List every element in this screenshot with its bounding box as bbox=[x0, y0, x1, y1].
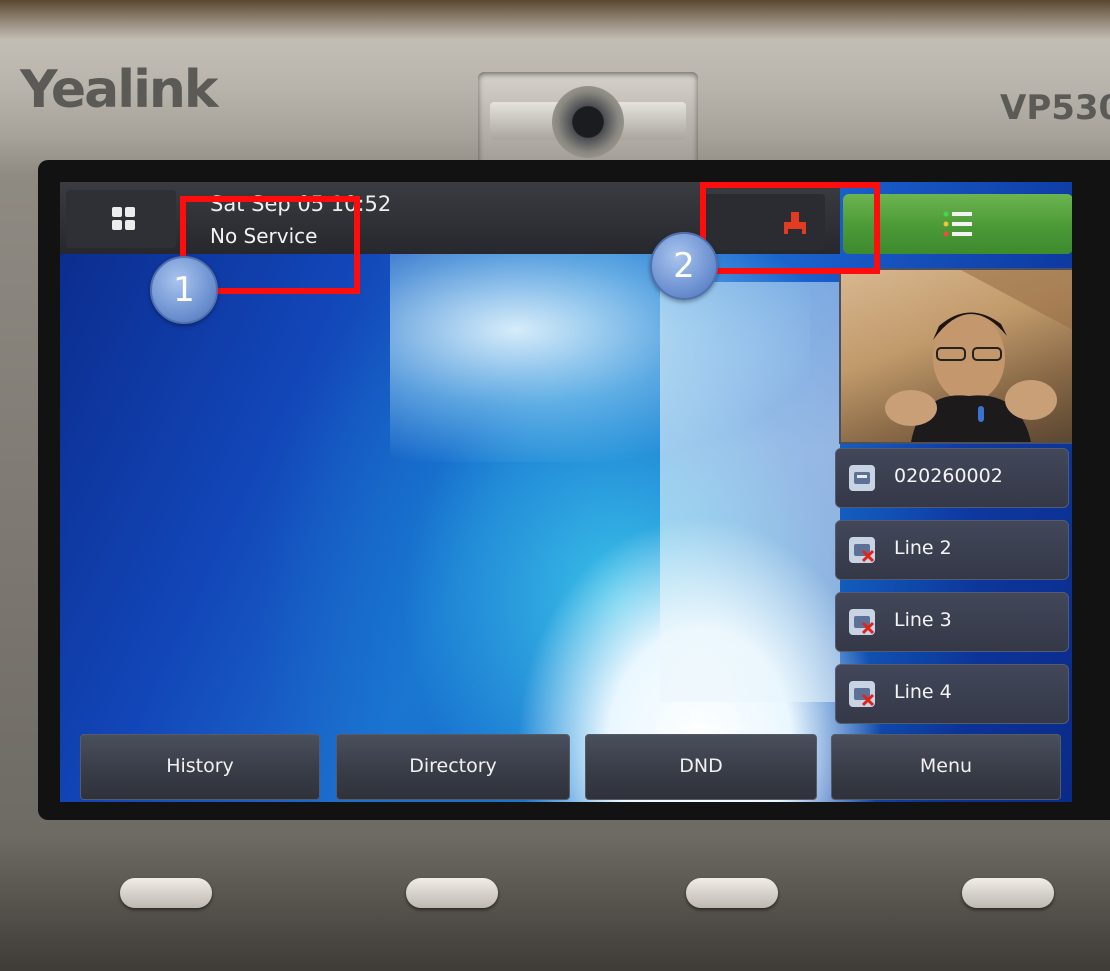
line-key-3[interactable]: Line 3 bbox=[835, 592, 1069, 652]
phone-unregistered-icon bbox=[849, 609, 875, 635]
bezel-shadow bbox=[0, 0, 1110, 40]
softkey-history[interactable]: History bbox=[80, 734, 320, 800]
phone-registered-icon bbox=[849, 465, 875, 491]
apps-grid-button[interactable] bbox=[66, 190, 176, 248]
line-key-1[interactable]: 020260002 bbox=[835, 448, 1069, 508]
camera-person-image bbox=[885, 270, 1072, 442]
annotation-box-2 bbox=[700, 182, 880, 274]
list-icon bbox=[943, 211, 972, 237]
phone-bezel: Yealink VP530 Sat Sep 05 10:52 No Servic… bbox=[0, 0, 1110, 971]
video-preview bbox=[839, 268, 1072, 444]
softkey-dnd[interactable]: DND bbox=[585, 734, 817, 800]
camera-housing bbox=[478, 72, 698, 172]
line-key-label: Line 2 bbox=[894, 537, 952, 559]
wallpaper-spray bbox=[660, 282, 840, 702]
softkey-label: DND bbox=[679, 755, 723, 777]
hardware-key-3[interactable] bbox=[686, 878, 778, 908]
softkey-directory[interactable]: Directory bbox=[336, 734, 570, 800]
hardware-key-1[interactable] bbox=[120, 878, 212, 908]
softkey-label: Menu bbox=[919, 755, 973, 777]
grid-icon bbox=[112, 207, 136, 231]
softkey-label: Directory bbox=[409, 755, 497, 777]
annotation-badge-2: 2 bbox=[650, 232, 718, 300]
phone-unregistered-icon bbox=[849, 681, 875, 707]
phone-unregistered-icon bbox=[849, 537, 875, 563]
brand-logo: Yealink bbox=[20, 60, 218, 120]
line-key-4[interactable]: Line 4 bbox=[835, 664, 1069, 724]
softkey-menu[interactable]: Menu bbox=[831, 734, 1061, 800]
line-key-2[interactable]: Line 2 bbox=[835, 520, 1069, 580]
softkey-label: History bbox=[166, 755, 234, 777]
line-key-label: Line 3 bbox=[894, 609, 952, 631]
line-key-label: Line 4 bbox=[894, 681, 952, 703]
hardware-key-2[interactable] bbox=[406, 878, 498, 908]
hardware-key-4[interactable] bbox=[962, 878, 1054, 908]
line-key-label: 020260002 bbox=[894, 465, 1003, 487]
camera-lens bbox=[552, 86, 624, 158]
annotation-badge-1: 1 bbox=[150, 256, 218, 324]
model-label: VP530 bbox=[1000, 88, 1110, 128]
